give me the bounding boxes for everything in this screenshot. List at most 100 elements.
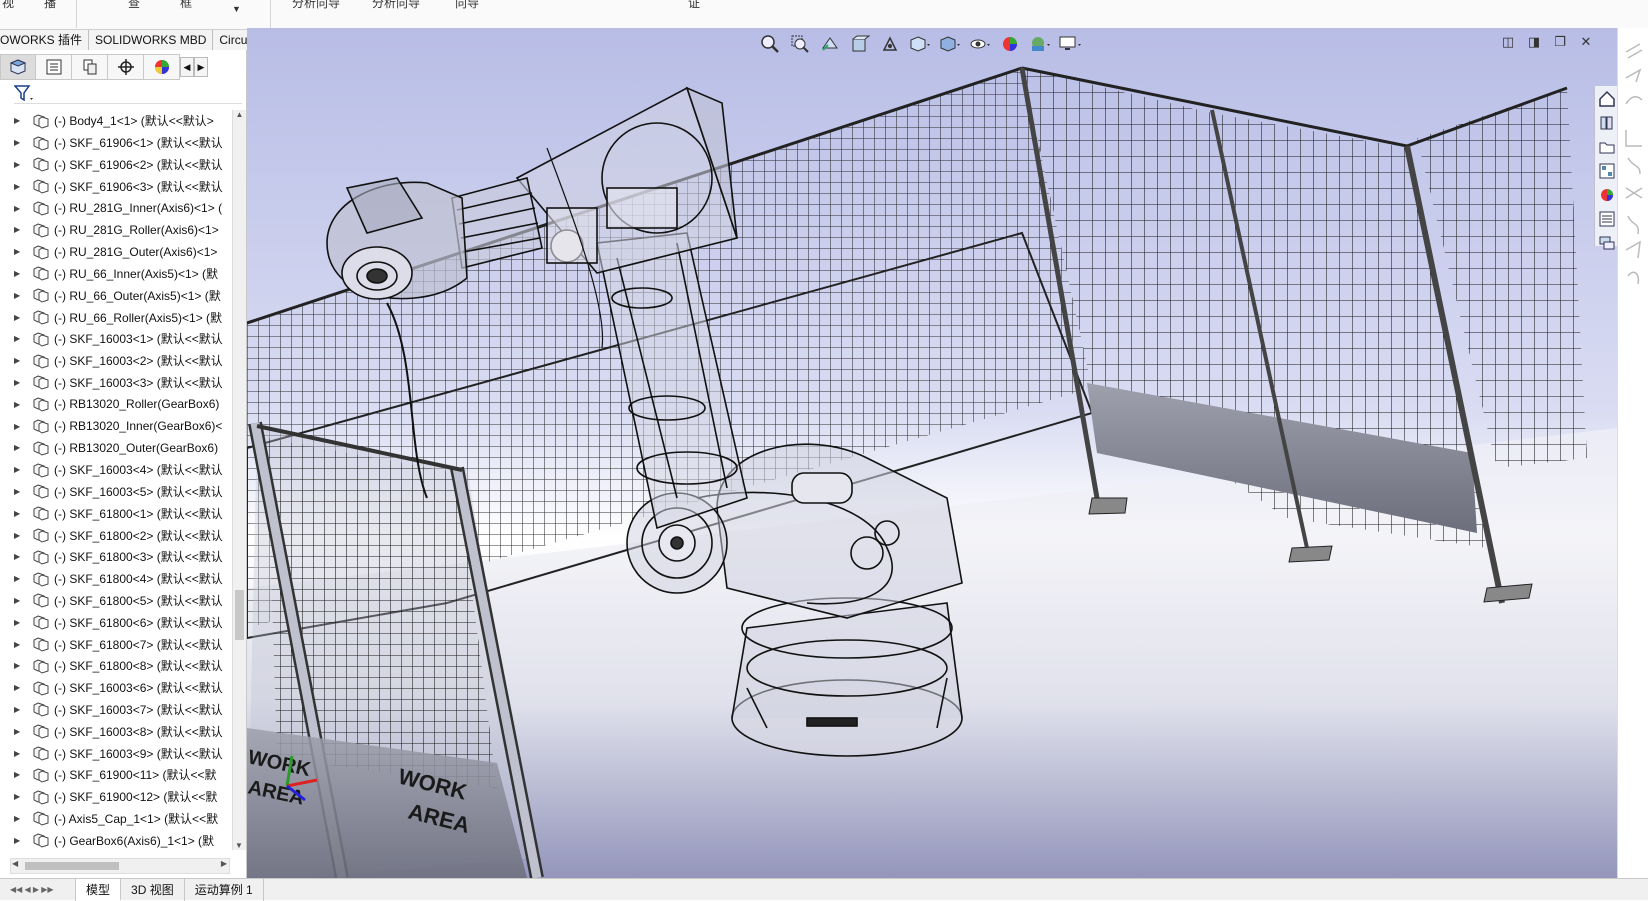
tree-item[interactable]: ▶ (-) SKF_61800<1> (默认<<默认 xyxy=(0,502,232,524)
tree-item[interactable]: ▶ (-) SKF_61800<2> (默认<<默认 xyxy=(0,524,232,546)
tree-vertical-scrollbar[interactable]: ▲ ▼ xyxy=(232,110,246,850)
restore-window-icon[interactable]: ❐ xyxy=(1551,34,1569,50)
configuration-manager-tab[interactable] xyxy=(72,54,108,80)
property-manager-tab[interactable] xyxy=(36,54,72,80)
scroll-left-arrow-icon[interactable]: ◀ xyxy=(12,859,18,868)
tab-solidworks-mbd[interactable]: SOLIDWORKS MBD xyxy=(89,30,214,50)
tree-item[interactable]: ▶ (-) SKF_61906<2> (默认<<默认 xyxy=(0,154,232,176)
tree-item[interactable]: ▶ (-) SKF_16003<2> (默认<<默认 xyxy=(0,350,232,372)
tree-item[interactable]: ▶ (-) Axis5_Cap_1<1> (默认<<默 xyxy=(0,808,232,830)
split-vertical-icon[interactable]: ◨ xyxy=(1525,34,1543,50)
expand-arrow-icon[interactable]: ▶ xyxy=(14,487,28,496)
expand-arrow-icon[interactable]: ▶ xyxy=(14,727,28,736)
tree-item[interactable]: ▶ (-) Body4_1<1> (默认<<默认> xyxy=(0,110,232,132)
feature-tree-tab[interactable] xyxy=(0,54,36,80)
zoom-to-fit-button[interactable] xyxy=(757,33,783,55)
robot-cell-model[interactable]: WORK AREA WORK AREA xyxy=(247,28,1617,878)
dynamic-annotation-button[interactable] xyxy=(877,33,903,55)
tab-model[interactable]: 模型 xyxy=(76,879,122,901)
graphics-area[interactable]: WORK AREA WORK AREA ◫ ◨ ❐ ✕ xyxy=(247,28,1617,878)
expand-arrow-icon[interactable]: ▶ xyxy=(14,705,28,714)
split-horizontal-icon[interactable]: ◫ xyxy=(1499,34,1517,50)
tree-item[interactable]: ▶ (-) GearBox6(Axis6)_1<1> (默 xyxy=(0,829,232,850)
tab-solidworks-addins[interactable]: OWORKS 插件 xyxy=(0,30,90,50)
scroll-down-arrow-icon[interactable]: ▼ xyxy=(233,841,245,850)
previous-view-button[interactable] xyxy=(817,33,843,55)
expand-arrow-icon[interactable]: ▶ xyxy=(14,683,28,692)
expand-arrow-icon[interactable]: ▶ xyxy=(14,836,28,845)
display-manager-tab[interactable] xyxy=(144,54,180,80)
tree-item[interactable]: ▶ (-) RU_66_Roller(Axis5)<1> (默 xyxy=(0,306,232,328)
tabs-scroll-right-button[interactable]: ▶ xyxy=(194,57,208,77)
tree-item[interactable]: ▶ (-) SKF_61800<8> (默认<<默认 xyxy=(0,655,232,677)
close-window-icon[interactable]: ✕ xyxy=(1577,34,1595,50)
ribbon-fragment[interactable]: 分析向导 xyxy=(292,0,340,11)
tree-item[interactable]: ▶ (-) SKF_61800<4> (默认<<默认 xyxy=(0,568,232,590)
expand-arrow-icon[interactable]: ▶ xyxy=(14,574,28,583)
expand-arrow-icon[interactable]: ▶ xyxy=(14,356,28,365)
dropdown-arrow-icon[interactable]: ▼ xyxy=(232,4,241,14)
display-style-button[interactable] xyxy=(937,33,963,55)
section-view-button[interactable] xyxy=(847,33,873,55)
expand-arrow-icon[interactable]: ▶ xyxy=(14,531,28,540)
custom-properties-icon[interactable] xyxy=(1596,208,1618,230)
tree-item[interactable]: ▶ (-) SKF_16003<6> (默认<<默认 xyxy=(0,677,232,699)
expand-arrow-icon[interactable]: ▶ xyxy=(14,596,28,605)
tree-item[interactable]: ▶ (-) SKF_61800<6> (默认<<默认 xyxy=(0,611,232,633)
tree-item[interactable]: ▶ (-) SKF_16003<4> (默认<<默认 xyxy=(0,459,232,481)
expand-arrow-icon[interactable]: ▶ xyxy=(14,400,28,409)
expand-arrow-icon[interactable]: ▶ xyxy=(14,792,28,801)
ribbon-fragment[interactable]: 播 xyxy=(44,0,56,11)
tree-item[interactable]: ▶ (-) SKF_61906<1> (默认<<默认 xyxy=(0,132,232,154)
view-orientation-button[interactable] xyxy=(907,33,933,55)
expand-arrow-icon[interactable]: ▶ xyxy=(14,509,28,518)
tree-item[interactable]: ▶ (-) RU_281G_Roller(Axis6)<1> xyxy=(0,219,232,241)
expand-arrow-icon[interactable]: ▶ xyxy=(14,160,28,169)
tree-item[interactable]: ▶ (-) SKF_61800<5> (默认<<默认 xyxy=(0,590,232,612)
tree-item[interactable]: ▶ (-) RB13020_Outer(GearBox6) xyxy=(0,437,232,459)
expand-arrow-icon[interactable]: ▶ xyxy=(14,814,28,823)
tree-item[interactable]: ▶ (-) SKF_61906<3> (默认<<默认 xyxy=(0,175,232,197)
tabs-scroll-left-button[interactable]: ◀ xyxy=(180,57,194,77)
expand-arrow-icon[interactable]: ▶ xyxy=(14,138,28,147)
edit-appearance-button[interactable] xyxy=(997,33,1023,55)
expand-arrow-icon[interactable]: ▶ xyxy=(14,204,28,213)
expand-arrow-icon[interactable]: ▶ xyxy=(14,422,28,431)
ribbon-fragment[interactable]: 框 xyxy=(180,0,192,11)
tab-scroll-controls[interactable]: ◀◀ ◀ ▶ ▶▶ xyxy=(0,879,76,901)
tree-item[interactable]: ▶ (-) SKF_16003<5> (默认<<默认 xyxy=(0,481,232,503)
ribbon-fragment[interactable]: 查 xyxy=(128,0,140,11)
expand-arrow-icon[interactable]: ▶ xyxy=(14,770,28,779)
tree-item[interactable]: ▶ (-) RU_281G_Outer(Axis6)<1> xyxy=(0,241,232,263)
expand-arrow-icon[interactable]: ▶ xyxy=(14,334,28,343)
tree-item[interactable]: ▶ (-) SKF_61900<11> (默认<<默 xyxy=(0,764,232,786)
expand-arrow-icon[interactable]: ▶ xyxy=(14,640,28,649)
expand-arrow-icon[interactable]: ▶ xyxy=(14,749,28,758)
file-explorer-icon[interactable] xyxy=(1596,136,1618,158)
tree-item[interactable]: ▶ (-) RB13020_Roller(GearBox6) xyxy=(0,393,232,415)
scroll-right-arrow-icon[interactable]: ▶ xyxy=(221,859,227,868)
tree-item[interactable]: ▶ (-) SKF_16003<1> (默认<<默认 xyxy=(0,328,232,350)
expand-arrow-icon[interactable]: ▶ xyxy=(14,291,28,300)
tree-item[interactable]: ▶ (-) SKF_16003<9> (默认<<默认 xyxy=(0,742,232,764)
ribbon-fragment[interactable]: 视 xyxy=(2,0,14,11)
expand-arrow-icon[interactable]: ▶ xyxy=(14,443,28,452)
tree-item[interactable]: ▶ (-) SKF_61800<3> (默认<<默认 xyxy=(0,546,232,568)
hide-show-items-button[interactable] xyxy=(967,33,993,55)
ribbon-fragment[interactable]: 分析向导 xyxy=(372,0,420,11)
expand-arrow-icon[interactable]: ▶ xyxy=(14,269,28,278)
tree-item[interactable]: ▶ (-) RU_66_Inner(Axis5)<1> (默 xyxy=(0,263,232,285)
scrollbar-thumb[interactable] xyxy=(235,590,244,640)
tree-item[interactable]: ▶ (-) SKF_61900<12> (默认<<默 xyxy=(0,786,232,808)
expand-arrow-icon[interactable]: ▶ xyxy=(14,182,28,191)
sketch-ink-icons[interactable] xyxy=(1618,38,1648,288)
tree-item[interactable]: ▶ (-) RU_281G_Inner(Axis6)<1> ( xyxy=(0,197,232,219)
tree-item[interactable]: ▶ (-) SKF_16003<7> (默认<<默认 xyxy=(0,699,232,721)
expand-arrow-icon[interactable]: ▶ xyxy=(14,661,28,670)
view-palette-icon[interactable] xyxy=(1596,160,1618,182)
tree-item[interactable]: ▶ (-) RB13020_Inner(GearBox6)< xyxy=(0,415,232,437)
tree-item[interactable]: ▶ (-) SKF_61800<7> (默认<<默认 xyxy=(0,633,232,655)
expand-arrow-icon[interactable]: ▶ xyxy=(14,313,28,322)
home-icon[interactable] xyxy=(1596,88,1618,110)
expand-arrow-icon[interactable]: ▶ xyxy=(14,116,28,125)
